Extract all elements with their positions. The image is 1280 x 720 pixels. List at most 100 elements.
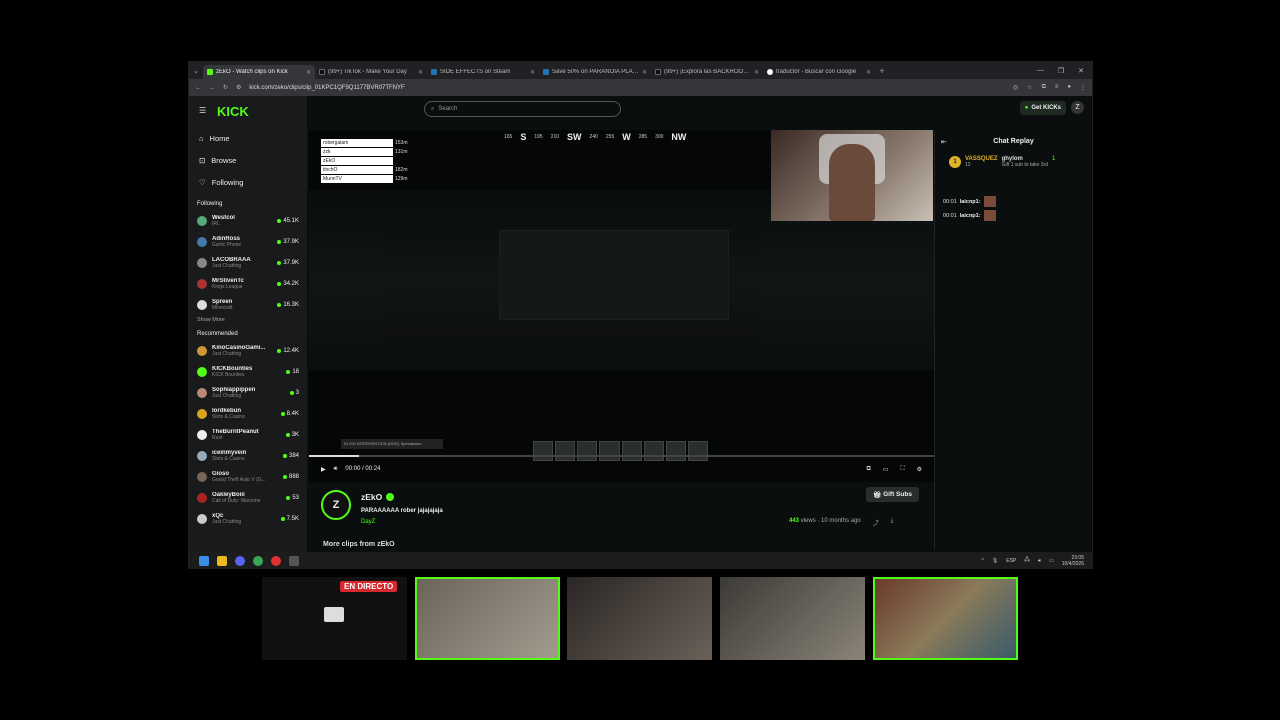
- epic-games-icon[interactable]: [289, 555, 299, 566]
- extensions-icon[interactable]: ⧉: [1042, 84, 1046, 91]
- channel-item[interactable]: Spreen Minecraft 16.3K: [197, 294, 299, 315]
- bookmark-star-icon[interactable]: ☆: [1027, 84, 1032, 91]
- tab-tiktok[interactable]: (99+) TikTok - Make Your Day ✕: [315, 65, 427, 79]
- chrome-icon[interactable]: [253, 555, 263, 566]
- channel-item[interactable]: KinoCasinoGami... Just Chatting 12.4K: [197, 340, 299, 361]
- gift-count: 1: [1051, 156, 1056, 162]
- hotbar-slot: [665, 441, 686, 461]
- search-icon: ⌕: [431, 105, 435, 112]
- close-tab-icon[interactable]: ✕: [418, 69, 423, 76]
- tab-google[interactable]: traductor - Buscar con Google ✕: [763, 65, 875, 79]
- channel-item[interactable]: Westcol IRL 45.1K: [197, 210, 299, 231]
- avatar: [197, 345, 207, 356]
- channel-item[interactable]: Sophiappippen Just Chatting 3: [197, 382, 299, 403]
- close-tab-icon[interactable]: ✕: [306, 69, 311, 76]
- show-more-link[interactable]: Show More: [197, 317, 299, 323]
- nav-browse[interactable]: ⊡ Browse: [197, 149, 299, 171]
- channel-item[interactable]: lordkebun Slots & Casino 8.4K: [197, 403, 299, 424]
- clip-category[interactable]: DayZ: [361, 519, 375, 525]
- settings-icon[interactable]: ⚙: [917, 466, 922, 473]
- eye-off-icon[interactable]: ◎: [1013, 84, 1018, 91]
- menu-kebab-icon[interactable]: ⋮: [1080, 84, 1086, 91]
- channel-item[interactable]: xQc Just Chatting 7.5K: [197, 508, 299, 529]
- tray-chevron-icon[interactable]: ^: [982, 558, 984, 564]
- tab-kick[interactable]: zEkO - Watch clips on Kick ✕: [203, 65, 315, 79]
- channel-avatar[interactable]: Z: [321, 490, 351, 520]
- back-icon[interactable]: ←: [195, 85, 201, 91]
- theater-mode-icon[interactable]: ▭: [883, 466, 889, 473]
- channel-item[interactable]: AdinRoss Gartic Phone 37.9K: [197, 231, 299, 252]
- reload-icon[interactable]: ↻: [223, 84, 228, 91]
- video-progress-bar[interactable]: [309, 455, 934, 457]
- kick-logo[interactable]: KICK: [217, 104, 299, 119]
- tab-steam-side-effects[interactable]: SIDE EFFECTS on Steam ✕: [427, 65, 539, 79]
- gift-subs-button[interactable]: 🎁︎ Gift Subs: [866, 487, 919, 502]
- nav-following[interactable]: ♡ Following: [197, 171, 299, 193]
- clip-icon[interactable]: ⧉: [866, 466, 870, 473]
- collapse-chat-icon[interactable]: ⇤: [941, 138, 947, 146]
- viewer-count: 53: [292, 494, 299, 501]
- clip-title: PARAAAAAA rober jajajajaja: [361, 508, 443, 514]
- video-player[interactable]: 165 S 195 210 SW 240 255 W 285 300 NW ro…: [309, 130, 934, 482]
- get-kicks-button[interactable]: ● Get KICKs: [1019, 101, 1066, 115]
- search-input[interactable]: ⌕ Search: [424, 101, 621, 117]
- nav-home[interactable]: ⌂ Home: [197, 127, 299, 149]
- channel-category: Kings League: [212, 283, 243, 290]
- url-field[interactable]: kick.com/zeko/clips/clip_01KPC1QF9Q1177B…: [249, 85, 404, 91]
- close-tab-icon[interactable]: ✕: [866, 69, 871, 76]
- maximize-icon[interactable]: ❐: [1058, 67, 1064, 75]
- user-avatar-button[interactable]: Z: [1071, 101, 1084, 114]
- new-tab-button[interactable]: +: [875, 62, 889, 79]
- channel-item[interactable]: MrStivenTc Kings League 34.2K: [197, 273, 299, 294]
- compass-tick: 285: [638, 134, 648, 140]
- language-indicator[interactable]: ESP: [1006, 558, 1016, 564]
- webcam-participant: [567, 577, 712, 660]
- compass-tick: 240: [589, 134, 598, 140]
- tab-search-icon[interactable]: ⌄: [189, 62, 203, 79]
- profile-icon[interactable]: ●: [1067, 84, 1071, 91]
- discord-icon[interactable]: [235, 555, 245, 566]
- nav-label: Home: [209, 133, 230, 143]
- minimize-icon[interactable]: —: [1037, 67, 1044, 75]
- hamburger-menu-icon[interactable]: ☰: [199, 106, 206, 115]
- play-icon[interactable]: ▶: [321, 466, 326, 473]
- volume-tray-icon[interactable]: 🔊︎: [1038, 558, 1041, 564]
- windows-start-icon[interactable]: [199, 555, 209, 566]
- close-tab-icon[interactable]: ✕: [754, 69, 759, 76]
- fullscreen-icon[interactable]: ⛶: [900, 466, 904, 473]
- obs-icon[interactable]: [271, 555, 281, 566]
- media-icon[interactable]: ≡: [1055, 84, 1059, 91]
- channel-item[interactable]: Gioso Grand Theft Auto V (G... 888: [197, 466, 299, 487]
- site-info-icon[interactable]: ⚙: [236, 84, 241, 91]
- network-icon[interactable]: 🖧︎: [1024, 557, 1030, 565]
- channel-item[interactable]: iceinmyvein Slots & Casino 384: [197, 445, 299, 466]
- hotbar-slot: [643, 441, 664, 461]
- gifter-level: 12: [965, 162, 971, 168]
- channel-item[interactable]: TheBurntPeanut Rust 3K: [197, 424, 299, 445]
- message-user[interactable]: laicnp1:: [960, 213, 981, 219]
- volume-icon[interactable]: 🔊︎: [334, 466, 338, 473]
- clip-info: Z zEkO PARAAAAAA rober jajajajaja DayZ 🎁…: [309, 484, 929, 552]
- channel-category: Just Chatting: [212, 262, 242, 269]
- recommended-list: KinoCasinoGami... Just Chatting 12.4K KICK…: [197, 340, 299, 529]
- battery-icon[interactable]: ▭: [1049, 558, 1054, 564]
- share-icon[interactable]: ⤴: [873, 518, 879, 527]
- channel-item[interactable]: LACOBRAAA Just Chatting 37.9K: [197, 252, 299, 273]
- message-user[interactable]: laicnp1:: [960, 199, 981, 205]
- file-explorer-icon[interactable]: [217, 555, 227, 566]
- download-icon[interactable]: ⤓: [891, 518, 894, 527]
- close-window-icon[interactable]: ✕: [1078, 67, 1084, 75]
- tab-steam-paranoia[interactable]: Save 50% on PARANOIA PLACE ✕: [539, 65, 651, 79]
- hotbar-slot: [599, 441, 620, 461]
- streamer-webcam: [771, 130, 933, 221]
- close-tab-icon[interactable]: ✕: [642, 69, 647, 76]
- kick-favicon-icon: [207, 69, 213, 75]
- mic-icon[interactable]: 🎙︎: [992, 558, 998, 564]
- channel-item[interactable]: KICKBounties KICK Bounties 18: [197, 361, 299, 382]
- channel-item[interactable]: OakleyBoiii Call of Duty: Warzone 53: [197, 487, 299, 508]
- avatar: [197, 450, 207, 461]
- channel-name[interactable]: zEkO: [361, 492, 382, 502]
- forward-icon[interactable]: →: [209, 85, 215, 91]
- close-tab-icon[interactable]: ✕: [530, 69, 535, 76]
- tab-tiktok-backrooms[interactable]: (99+) ¡Explora las BACKROOMS! ✕: [651, 65, 763, 79]
